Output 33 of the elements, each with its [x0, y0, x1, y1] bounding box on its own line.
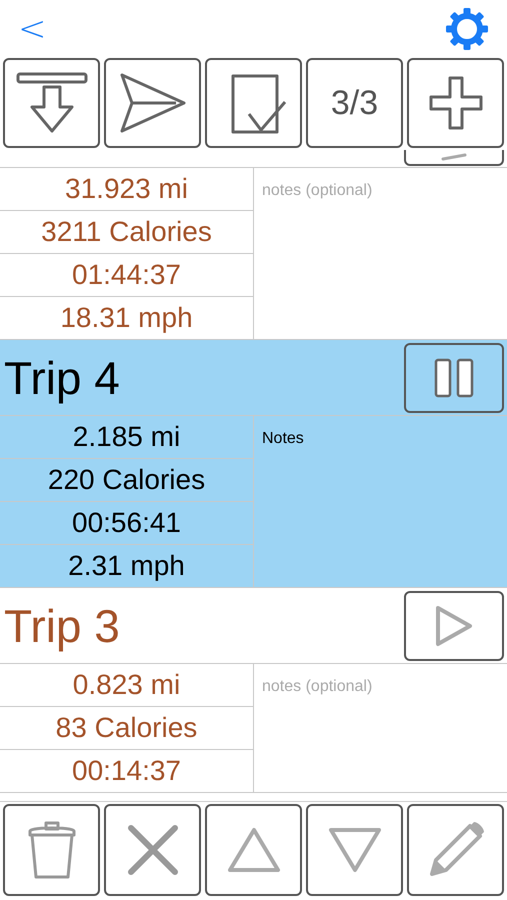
add-icon — [426, 74, 484, 132]
page-counter-button[interactable]: 3/3 — [306, 58, 403, 148]
back-button[interactable]: < — [12, 12, 52, 46]
pause-icon — [433, 356, 475, 398]
download-icon — [14, 71, 90, 135]
edit-button[interactable] — [407, 804, 504, 896]
trip-stat: 2.31 mph — [0, 545, 253, 587]
trash-icon — [28, 819, 76, 881]
send-button[interactable] — [104, 58, 201, 148]
trip-stat: 220 Calories — [0, 459, 253, 502]
pause-button[interactable] — [404, 342, 504, 412]
trip-header[interactable]: Trip 3 — [0, 588, 507, 664]
move-up-button[interactable] — [205, 804, 302, 896]
close-icon — [126, 824, 178, 876]
move-down-button[interactable] — [306, 804, 403, 896]
close-button[interactable] — [104, 804, 201, 896]
play-button[interactable] — [404, 150, 504, 166]
trip-title: Trip 3 — [4, 598, 120, 652]
delete-button[interactable] — [3, 804, 100, 896]
notes-field[interactable]: Notes — [254, 416, 507, 587]
selected-trip-header[interactable]: Trip 4 — [0, 340, 507, 416]
up-triangle-icon — [226, 826, 282, 874]
trip-header[interactable] — [0, 150, 507, 168]
trip-stat: 2.185 mi — [0, 416, 253, 459]
settings-icon[interactable] — [445, 7, 489, 51]
add-button[interactable] — [407, 58, 504, 148]
down-triangle-icon — [326, 826, 382, 874]
trip-title: Trip 4 — [4, 350, 120, 404]
trip-stat: 00:56:41 — [0, 502, 253, 545]
checklist-button[interactable] — [205, 58, 302, 148]
send-icon — [118, 71, 188, 135]
play-button[interactable] — [404, 590, 504, 660]
download-button[interactable] — [3, 58, 100, 148]
